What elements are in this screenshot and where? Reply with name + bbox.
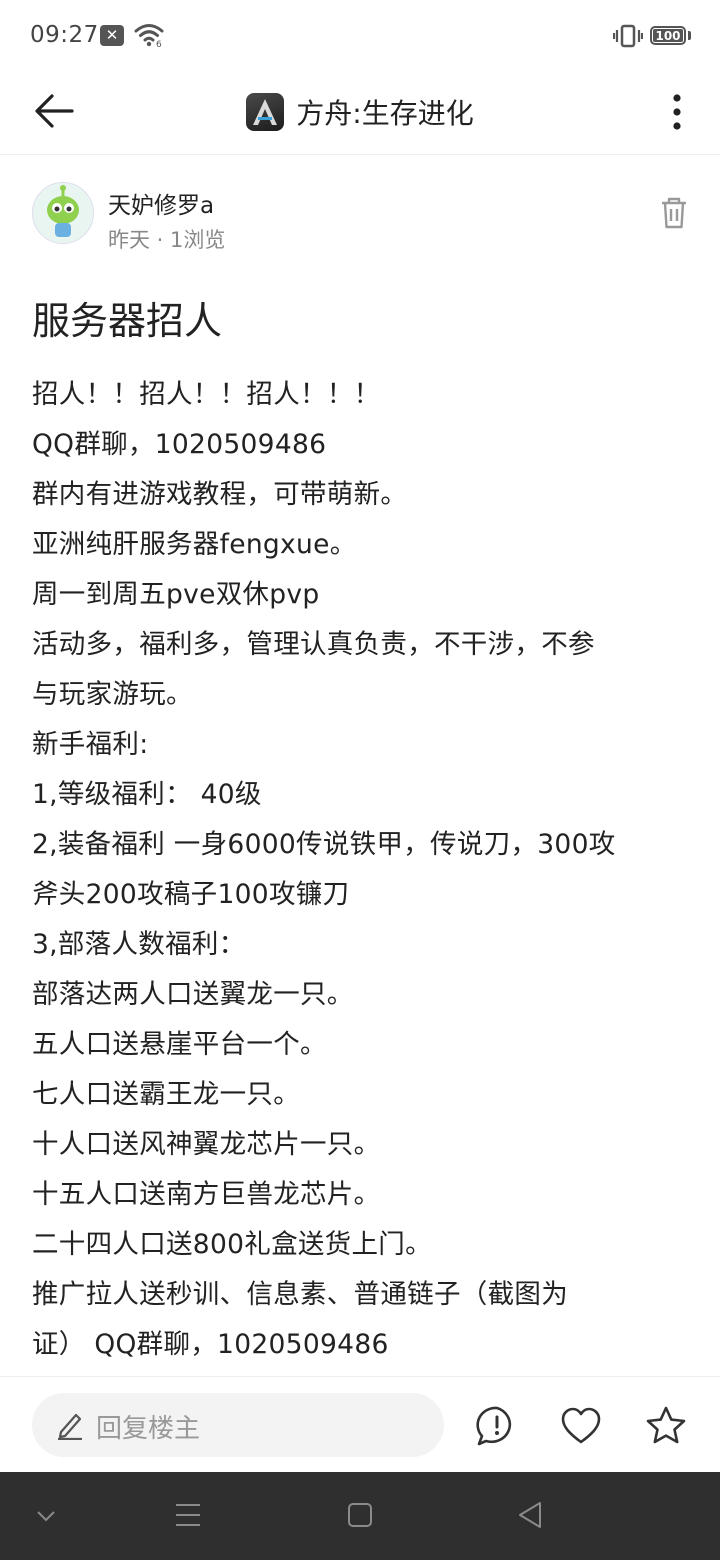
avatar[interactable] — [32, 182, 94, 244]
menu-icon[interactable] — [174, 1500, 202, 1530]
avatar-image — [33, 183, 93, 243]
post-body: 招人！！招人！！招人！！！ QQ群聊，1020509486 群内有进游戏教程，可… — [32, 370, 692, 1370]
reply-input[interactable]: 回复楼主 — [32, 1393, 444, 1457]
trash-icon[interactable] — [658, 196, 690, 230]
post-line: 二十四人口送800礼盒送货上门。 — [32, 1229, 432, 1260]
header-title-group: 方舟:生存进化 — [0, 70, 720, 154]
ark-logo-icon — [253, 99, 278, 125]
post-line: 周一到周五pve双休pvp — [32, 579, 320, 610]
post-line: 七人口送霸王龙一只。 — [32, 1079, 300, 1110]
post-line: 群内有进游戏教程，可带萌新。 — [32, 479, 408, 510]
system-nav-bar — [0, 1472, 720, 1560]
post-line: 活动多，福利多，管理认真负责，不干涉，不参 — [32, 629, 595, 660]
battery-icon: 100 — [650, 26, 686, 45]
home-icon[interactable] — [346, 1500, 374, 1530]
status-time: 09:27 — [30, 22, 99, 48]
more-options-icon[interactable] — [660, 82, 694, 142]
author-row: 天妒修罗a 昨天 · 1浏览 — [32, 182, 692, 252]
reply-placeholder: 回复楼主 — [96, 1414, 201, 1444]
post-line: 部落达两人口送翼龙一只。 — [32, 979, 354, 1010]
post-line: 亚洲纯肝服务器fengxue。 — [32, 529, 357, 560]
game-app-icon — [246, 93, 285, 131]
wifi-icon: 6 — [134, 24, 164, 48]
author-name[interactable]: 天妒修罗a — [108, 186, 214, 220]
post-line: 推广拉人送秒训、信息素、普通链子（截图为 — [32, 1279, 568, 1310]
post-line: 3,部落人数福利： — [32, 929, 246, 960]
chevron-down-icon[interactable] — [34, 1506, 58, 1526]
post-line: 招人！！招人！！招人！！！ — [32, 379, 381, 410]
post-line: 十五人口送南方巨兽龙芯片。 — [32, 1179, 381, 1210]
vibrate-icon — [613, 24, 643, 48]
post-line: 1,等级福利： 40级 — [32, 779, 262, 810]
post-line: 证） QQ群聊，1020509486 — [32, 1329, 389, 1360]
reply-bar: 回复楼主 — [0, 1376, 720, 1473]
status-bar: 09:27 ✕ 6 100 — [0, 0, 720, 70]
post-line: 新手福利: — [32, 729, 149, 760]
post-line: 五人口送悬崖平台一个。 — [32, 1029, 327, 1060]
post-line: QQ群聊，1020509486 — [32, 429, 327, 460]
battery-level: 100 — [655, 29, 681, 43]
post-meta: 昨天 · 1浏览 — [108, 228, 226, 252]
post-line: 十人口送风神翼龙芯片一只。 — [32, 1129, 381, 1160]
back-triangle-icon[interactable] — [516, 1500, 544, 1530]
post-line: 2,装备福利 一身6000传说铁甲，传说刀，300攻 — [32, 829, 616, 860]
heart-icon[interactable] — [560, 1405, 602, 1447]
battery-tip — [688, 31, 691, 40]
post-line: 与玩家游玩。 — [32, 679, 193, 710]
pencil-icon — [58, 1413, 82, 1440]
star-icon[interactable] — [645, 1405, 687, 1447]
close-x-icon: ✕ — [100, 25, 124, 46]
comment-icon[interactable] — [476, 1405, 518, 1447]
post-line: 斧头200攻稿子100攻镰刀 — [32, 879, 350, 910]
top-app-bar: 方舟:生存进化 — [0, 70, 720, 155]
post-title: 服务器招人 — [32, 299, 223, 343]
svg-text:6: 6 — [156, 40, 162, 48]
page-title: 方舟:生存进化 — [296, 97, 474, 130]
